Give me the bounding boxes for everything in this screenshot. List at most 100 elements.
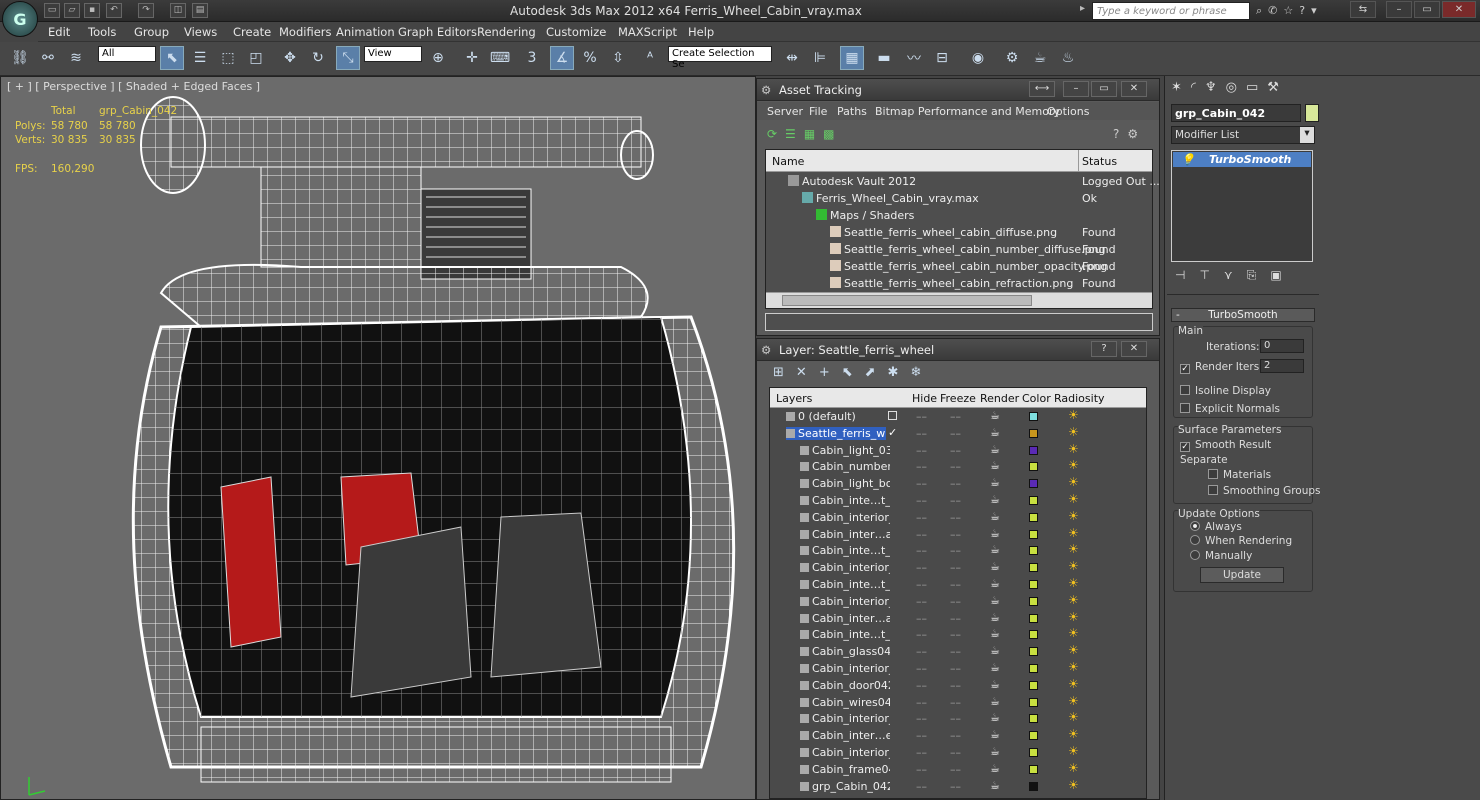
col-status-header[interactable]: Status [1082,155,1117,168]
active-layer-check-icon[interactable]: ✓ [888,426,897,439]
pin-stack-icon[interactable]: ⊣ [1175,268,1199,282]
collapse-icon[interactable]: - [1176,309,1180,321]
modifier-stack-item[interactable]: 💡 TurboSmooth [1173,152,1311,167]
mirror-icon[interactable]: ⇹ [780,46,804,70]
freeze-toggle-icon[interactable]: –– [950,561,961,574]
render-iters-spinner[interactable]: 2 [1260,359,1304,373]
create-tab-icon[interactable]: ✶ [1171,80,1191,95]
iterations-spinner[interactable]: 0 [1260,339,1304,353]
graphite-ribbon-icon[interactable]: ▬ [872,46,896,70]
hold-icon[interactable]: ◫ [170,3,186,18]
rect-selection-icon[interactable]: ⬚ [216,46,240,70]
render-teapot-icon[interactable]: ☕ [990,745,1000,758]
render-teapot-icon[interactable]: ☕ [990,510,1000,523]
hide-toggle-icon[interactable]: –– [916,595,927,608]
horizontal-scrollbar[interactable] [766,292,1152,308]
rotate-icon[interactable]: ↻ [306,46,330,70]
menu-maxscript[interactable]: MAXScript [618,25,677,39]
layer-row[interactable]: Cabin_interior_s––––☕☀ [770,509,1146,527]
hide-toggle-icon[interactable]: –– [916,477,927,490]
link-icon[interactable]: ⛓ [8,46,32,70]
freeze-toggle-icon[interactable]: –– [950,612,961,625]
hide-toggle-icon[interactable]: –– [916,729,927,742]
radiosity-sun-icon[interactable]: ☀ [1068,744,1079,758]
render-teapot-icon[interactable]: ☕ [990,711,1000,724]
layer-row[interactable]: Cabin_inter…arr––––☕☀ [770,610,1146,628]
render-teapot-icon[interactable]: ☕ [990,527,1000,540]
menu-rendering[interactable]: Rendering [477,25,536,39]
render-setup-icon[interactable]: ⚙ [1000,46,1024,70]
layer-row[interactable]: Cabin_interior_g––––☕☀ [770,710,1146,728]
reference-coord-dropdown[interactable]: View [364,46,422,62]
layer-row[interactable]: Cabin_wires042––––☕☀ [770,694,1146,712]
select-objects-icon[interactable]: ⬉ [842,365,865,380]
layer-color-swatch[interactable] [1029,664,1038,673]
edit-named-selection-icon[interactable]: ᴬ [638,46,662,70]
layer-color-swatch[interactable] [1029,428,1038,438]
hide-toggle-icon[interactable]: –– [916,410,927,423]
always-radio[interactable]: Always [1190,521,1242,533]
render-teapot-icon[interactable]: ☕ [990,594,1000,607]
asset-menu-server[interactable]: Server [767,105,803,118]
freeze-toggle-icon[interactable]: –– [950,712,961,725]
checkbox-checked-icon[interactable]: ✓ [1180,364,1190,374]
close-icon[interactable]: ✕ [1121,81,1147,97]
hide-toggle-icon[interactable]: –– [916,746,927,759]
render-teapot-icon[interactable]: ☕ [990,560,1000,573]
layer-row[interactable]: Cabin_inte…t_m––––☕☀ [770,576,1146,594]
freeze-toggle-icon[interactable]: –– [950,410,961,423]
radiosity-sun-icon[interactable]: ☀ [1068,626,1079,640]
render-teapot-icon[interactable]: ☕ [990,443,1000,456]
new-icon[interactable]: ▭ [44,3,60,18]
checkbox-checked-icon[interactable]: ✓ [1180,442,1190,452]
save-icon[interactable]: ▪ [84,3,100,18]
asset-path-field[interactable] [765,313,1153,331]
isoline-display-checkbox[interactable]: Isoline Display [1180,385,1271,397]
manually-radio[interactable]: Manually [1190,550,1252,562]
layer-color-swatch[interactable] [1029,580,1038,589]
freeze-toggle-icon[interactable]: –– [950,494,961,507]
layer-row[interactable]: Cabin_interior_s––––☕☀ [770,593,1146,611]
radiosity-sun-icon[interactable]: ☀ [1068,778,1079,792]
dock-icon[interactable]: ⟷ [1029,81,1055,97]
percent-snap-icon[interactable]: % [578,46,602,70]
object-color-swatch[interactable] [1305,104,1319,122]
radiosity-sun-icon[interactable]: ☀ [1068,761,1079,775]
bind-space-warp-icon[interactable]: ≋ [64,46,88,70]
scrollbar-thumb[interactable] [782,295,1032,306]
highlight-layer-icon[interactable]: ⬈ [865,365,888,380]
layer-color-swatch[interactable] [1029,764,1038,774]
material-editor-icon[interactable]: ◉ [966,46,990,70]
create-layer-icon[interactable]: ⊞ [773,365,796,380]
utilities-tab-icon[interactable]: ⚒ [1267,80,1288,95]
configure-sets-icon[interactable]: ▣ [1270,268,1295,282]
minimize-icon[interactable]: – [1386,1,1412,18]
layer-row[interactable]: Cabin_inte…t_m––––☕☀ [770,626,1146,644]
menu-edit[interactable]: Edit [48,25,70,39]
asset-row[interactable]: Seattle_ferris_wheel_cabin_number_diffus… [766,241,1152,258]
freeze-toggle-icon[interactable]: –– [950,645,961,658]
remove-modifier-icon[interactable]: ⎘ [1247,268,1271,282]
layer-row[interactable]: Cabin_number03––––☕☀ [770,458,1146,476]
pivot-center-icon[interactable]: ⊕ [426,46,450,70]
hide-toggle-icon[interactable]: –– [916,662,927,675]
layer-color-swatch[interactable] [1029,714,1038,724]
expand-icon[interactable]: ▸ [1080,3,1085,14]
layer-color-swatch[interactable] [1029,630,1038,640]
render-teapot-icon[interactable]: ☕ [990,611,1000,624]
freeze-toggle-icon[interactable]: –– [950,528,961,541]
layer-color-swatch[interactable] [1029,680,1038,690]
hide-toggle-icon[interactable]: –– [916,645,927,658]
render-iters-checkbox[interactable]: ✓ Render Iters: [1180,361,1263,374]
select-by-name-icon[interactable]: ☰ [188,46,212,70]
hide-toggle-icon[interactable]: –– [916,628,927,641]
layer-color-swatch[interactable] [1029,479,1038,489]
layer-color-swatch[interactable] [1029,546,1038,556]
when-rendering-radio[interactable]: When Rendering [1190,535,1292,547]
hide-toggle-icon[interactable]: –– [916,612,927,625]
freeze-toggle-icon[interactable]: –– [950,780,961,793]
menu-customize[interactable]: Customize [546,25,606,39]
freeze-toggle-icon[interactable]: –– [950,477,961,490]
hide-toggle-icon[interactable]: –– [916,780,927,793]
add-to-layer-icon[interactable]: + [819,365,842,380]
